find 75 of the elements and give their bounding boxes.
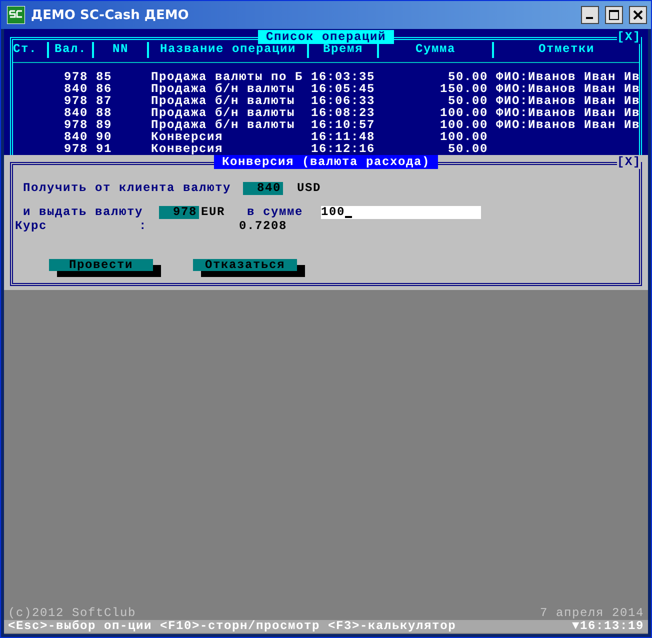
table-cell-text: 840	[62, 107, 89, 119]
dialog-button[interactable]: Провести	[49, 259, 153, 271]
window-title: ДЕМО SC-Cash ДЕМО	[31, 8, 190, 22]
field-label: Получить от клиента валюту	[23, 181, 232, 195]
rate-colon: :	[139, 219, 148, 233]
copyright-text: (c)2012 SoftClub	[8, 607, 136, 620]
table-cell-text: 91	[95, 143, 114, 155]
table-cell-text: 50.00	[446, 95, 489, 107]
column-header: Название операции	[147, 42, 307, 58]
table-cell-text: 16:11:48	[310, 131, 376, 143]
table-cell-text: 50.00	[446, 71, 489, 83]
field-label: и выдать валюту	[23, 205, 144, 219]
currency-name: EUR	[201, 205, 226, 219]
table-cell-text: 100.00	[438, 107, 489, 119]
table-cell-text: Продажа б/н валюты	[150, 95, 296, 107]
table-cell-text: 85	[95, 71, 114, 83]
column-header: Время	[307, 42, 377, 58]
table-cell-text: Продажа б/н валюты	[150, 107, 296, 119]
table-cell-text: 978	[62, 95, 89, 107]
table-cell-text: ФИО:Иванов Иван Ив	[495, 119, 640, 131]
table-cell-text: 16:10:57	[310, 119, 376, 131]
table-cell-text: 50.00	[446, 143, 489, 155]
dialog-title: Конверсия (валюта расхода)	[214, 155, 438, 169]
table-cell-text: 840	[62, 131, 89, 143]
table-cell-text: 840	[62, 83, 89, 95]
table-cell-text: Продажа б/н валюты	[150, 83, 296, 95]
table-cell-text: 16:12:16	[310, 143, 376, 155]
panel-title: Список операций	[258, 30, 394, 44]
column-header: Отметки	[492, 42, 639, 58]
clock-text: ▼16:13:19	[572, 620, 644, 633]
currency-code-field[interactable]: 978	[159, 206, 199, 218]
table-cell-text: 16:03:35	[310, 71, 376, 83]
table-cell-text: 16:05:45	[310, 83, 376, 95]
table-cell-text: 16:06:33	[310, 95, 376, 107]
table-cell-text: 16:08:23	[310, 107, 376, 119]
rate-label: Курс	[15, 219, 48, 233]
close-icon	[633, 10, 643, 20]
minimize-button[interactable]	[581, 6, 599, 24]
date-text: 7 апреля 2014	[540, 607, 644, 620]
field-label: в сумме	[247, 205, 304, 219]
table-cell-text: 90	[95, 131, 114, 143]
table-cell-text: ФИО:Иванов Иван Ив	[495, 107, 640, 119]
table-cell-text: 978	[62, 119, 89, 131]
table-cell-text: 978	[62, 143, 89, 155]
amount-input-field[interactable]: 100	[321, 206, 481, 218]
table-cell-text: 100.00	[438, 131, 489, 143]
table-cell-text: ФИО:Иванов Иван Ив	[495, 71, 640, 83]
currency-name: USD	[297, 181, 322, 195]
close-button[interactable]	[629, 6, 647, 24]
table-cell-text: ФИО:Иванов Иван Ив	[495, 95, 640, 107]
panel-close-button[interactable]: [X]	[616, 30, 641, 44]
maximize-button[interactable]	[605, 6, 623, 24]
app-logo-icon	[7, 6, 25, 24]
column-header: Вал.	[47, 42, 92, 58]
table-cell-text: 87	[95, 95, 114, 107]
table-cell-text: 86	[95, 83, 114, 95]
maximize-icon	[609, 10, 619, 20]
table-cell-text: ФИО:Иванов Иван Ив	[495, 83, 640, 95]
table-cell-text: Продажа валюты по Б	[150, 71, 304, 83]
column-header: NN	[92, 42, 147, 58]
table-cell-text: Продажа б/н валюты	[150, 119, 296, 131]
table-cell-text: 978	[62, 71, 89, 83]
dialog-button[interactable]: Отказаться	[193, 259, 297, 271]
key-hints: <Esc>-выбор оп-ции <F10>-сторн/просмотр <F3>-калькулятор	[8, 620, 456, 633]
dialog-close-button[interactable]: [X]	[616, 155, 641, 169]
table-cell-text: Конверсия	[150, 131, 224, 143]
table-cell-text: 88	[95, 107, 114, 119]
rate-value: 0.7208	[239, 219, 288, 233]
table-cell-text: Конверсия	[150, 143, 224, 155]
column-header: Ст.	[13, 42, 38, 58]
table-cell-text: 89	[95, 119, 114, 131]
column-header: Сумма	[377, 42, 492, 58]
table-cell-text: 150.00	[438, 83, 489, 95]
currency-code-field[interactable]: 840	[243, 182, 283, 194]
table-cell-text: 100.00	[438, 119, 489, 131]
